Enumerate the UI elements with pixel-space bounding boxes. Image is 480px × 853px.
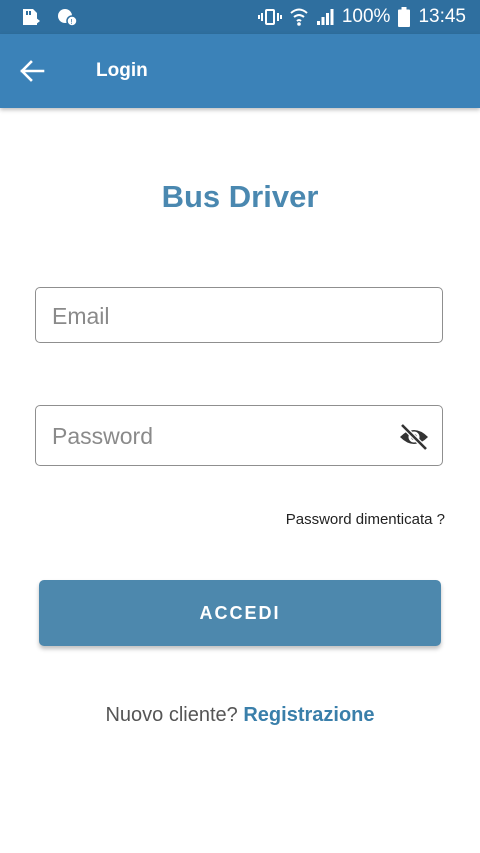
register-link[interactable]: Registrazione	[243, 704, 374, 726]
svg-text:!: !	[70, 18, 73, 26]
wifi-icon	[290, 8, 308, 26]
app-bar-title: Login	[96, 60, 148, 81]
password-field[interactable]	[50, 406, 384, 467]
eye-off-icon	[400, 423, 428, 451]
app-bar: Login	[0, 34, 480, 108]
clock: 13:45	[418, 6, 466, 27]
notification-icons: !	[20, 7, 78, 27]
sd-card-icon	[23, 9, 40, 25]
back-button[interactable]	[14, 53, 50, 89]
email-field-container	[35, 287, 443, 344]
sync-icon: !	[58, 9, 78, 27]
system-indicators: 100% 13:45	[257, 0, 466, 34]
app-title: Bus Driver	[161, 179, 319, 214]
battery-icon	[398, 7, 411, 27]
forgot-password-link[interactable]: Password dimenticata ?	[286, 511, 445, 528]
signal-icon	[316, 9, 334, 25]
register-prompt: Nuovo cliente?	[105, 704, 238, 726]
arrow-left-icon	[20, 60, 45, 82]
password-visibility-toggle[interactable]	[398, 422, 430, 452]
battery-percentage: 100%	[341, 6, 391, 27]
email-field[interactable]	[50, 288, 384, 344]
password-field-container	[35, 405, 443, 467]
vibrate-icon	[257, 9, 282, 25]
register-line: Nuovo cliente? Registrazione	[0, 704, 480, 727]
status-bar: ! 100% 13:45	[0, 0, 480, 34]
login-button[interactable]: ACCEDI	[39, 580, 441, 646]
